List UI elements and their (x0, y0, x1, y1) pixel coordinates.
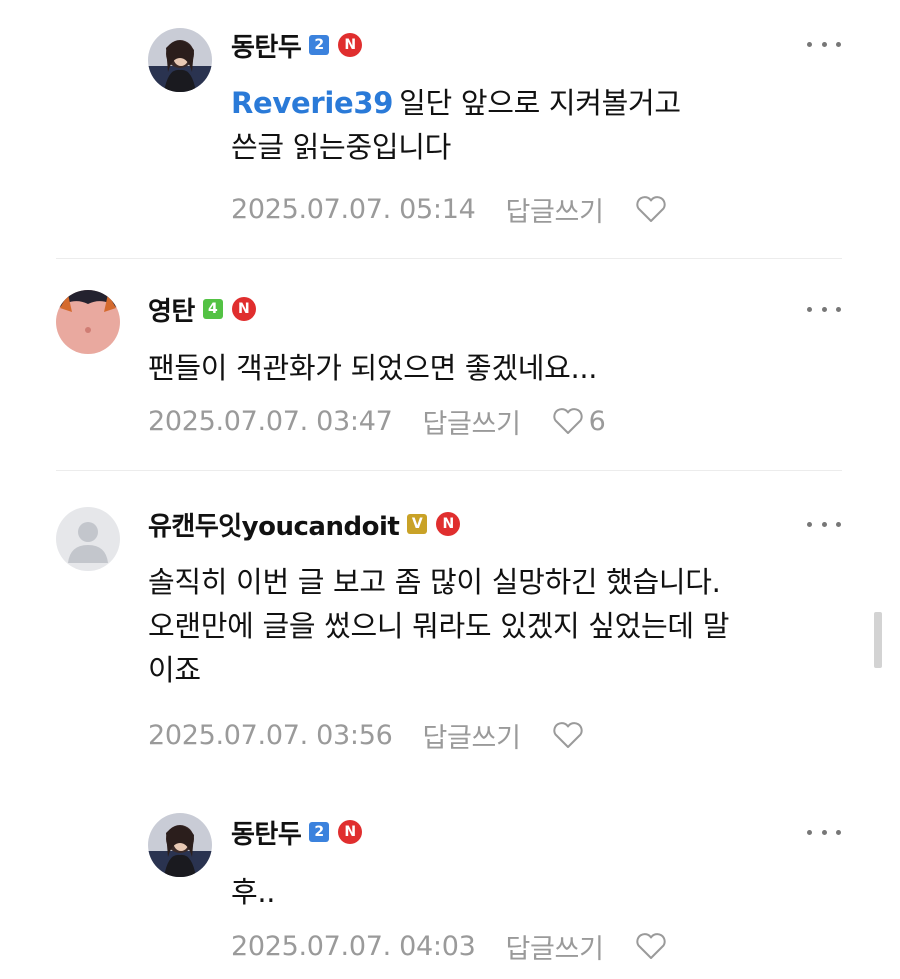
comment-meta: 2025.07.07. 03:56 답글쓰기 (148, 715, 589, 755)
reply-button[interactable]: 답글쓰기 (505, 190, 603, 229)
comment-date: 2025.07.07. 05:14 (231, 193, 476, 225)
level-badge: 2 (309, 822, 330, 842)
comment-date: 2025.07.07. 04:03 (231, 930, 476, 962)
new-badge: N (231, 297, 256, 321)
new-badge: N (338, 33, 363, 57)
comment-date: 2025.07.07. 03:56 (148, 719, 393, 751)
avatar[interactable] (56, 290, 120, 354)
avatar[interactable] (148, 813, 212, 877)
level-badge: 2 (309, 35, 330, 55)
more-options-icon[interactable] (807, 297, 841, 321)
heart-icon (635, 196, 666, 222)
comment-text: Reverie39 일단 앞으로 지켜볼거고 쓴글 읽는중입니다 (231, 86, 681, 164)
reply-button[interactable]: 답글쓰기 (505, 927, 603, 966)
divider (56, 470, 842, 471)
more-options-icon[interactable] (807, 820, 841, 844)
heart-icon (635, 933, 666, 959)
author-name[interactable]: 영탄 (148, 291, 195, 328)
divider (56, 258, 842, 259)
comment-text: 솔직히 이번 글 보고 좀 많이 실망하긴 했습니다. 오랜만에 글을 썼으니 … (148, 565, 730, 687)
author-row: 동탄두 2 N (231, 812, 363, 852)
mention-link[interactable]: Reverie39 (231, 86, 393, 120)
comment-meta: 2025.07.07. 05:14 답글쓰기 (231, 189, 672, 229)
level-badge: V (407, 514, 428, 534)
more-options-icon[interactable] (807, 512, 841, 536)
avatar[interactable] (148, 28, 212, 92)
author-name[interactable]: 유캔두잇youcandoit (148, 506, 400, 543)
like-button[interactable] (551, 720, 589, 750)
comment-meta: 2025.07.07. 04:03 답글쓰기 (231, 926, 672, 966)
author-row: 영탄 4 N (148, 289, 256, 329)
comment-meta: 2025.07.07. 03:47 답글쓰기 6 (148, 401, 606, 441)
author-row: 동탄두 2 N (231, 25, 363, 65)
reply-button[interactable]: 답글쓰기 (422, 716, 520, 755)
more-options-icon[interactable] (807, 32, 841, 56)
like-button[interactable] (634, 931, 672, 961)
heart-icon (552, 722, 583, 748)
heart-icon (552, 408, 583, 434)
avatar[interactable] (56, 507, 120, 571)
author-row: 유캔두잇youcandoit V N (148, 504, 461, 544)
reply-button[interactable]: 답글쓰기 (422, 402, 520, 441)
new-badge: N (338, 820, 363, 844)
author-name[interactable]: 동탄두 (231, 27, 302, 64)
scrollbar[interactable] (874, 612, 882, 668)
like-button[interactable]: 6 (551, 406, 606, 437)
comment-text: 후.. (231, 875, 276, 909)
like-count: 6 (588, 405, 606, 437)
comment-date: 2025.07.07. 03:47 (148, 405, 393, 437)
like-button[interactable] (634, 194, 672, 224)
level-badge: 4 (202, 299, 223, 319)
author-name[interactable]: 동탄두 (231, 814, 302, 851)
new-badge: N (436, 512, 461, 536)
comment-text: 팬들이 객관화가 되었으면 좋겠네요... (148, 351, 598, 385)
